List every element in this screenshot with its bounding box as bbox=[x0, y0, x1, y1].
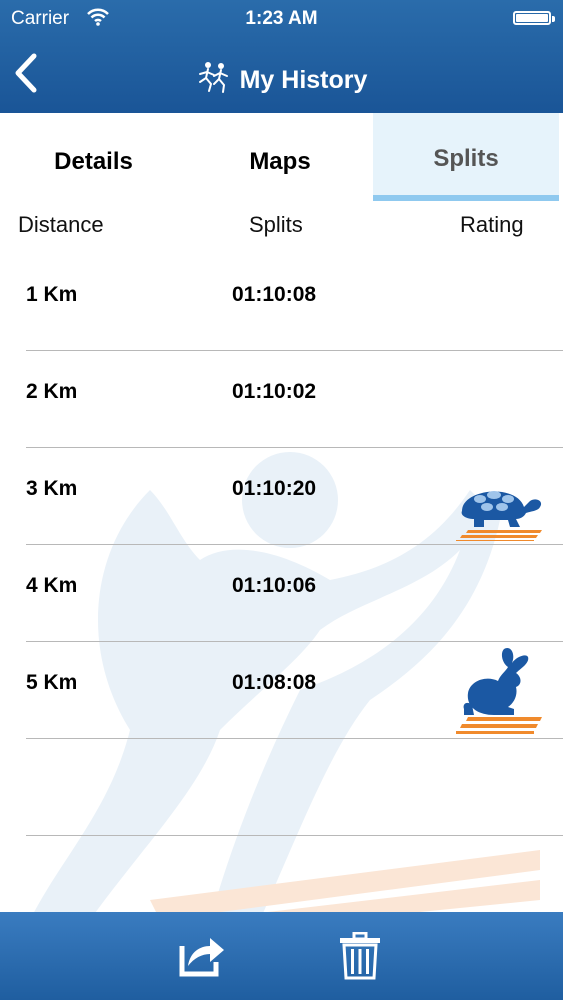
trash-icon bbox=[340, 931, 380, 980]
battery-icon bbox=[513, 11, 551, 25]
row-distance: 4 Km bbox=[26, 574, 78, 597]
battery-tip bbox=[552, 16, 555, 22]
table-row: 4 Km 01:10:06 bbox=[26, 544, 563, 642]
row-distance: 2 Km bbox=[26, 380, 78, 403]
share-icon bbox=[179, 938, 224, 977]
runners-logo-icon bbox=[196, 60, 232, 101]
turtle-icon bbox=[454, 475, 544, 541]
row-distance: 1 Km bbox=[26, 283, 78, 306]
column-header-splits: Splits bbox=[249, 212, 303, 237]
row-distance: 5 Km bbox=[26, 671, 78, 694]
row-split: 01:08:08 bbox=[232, 671, 317, 694]
rabbit-icon bbox=[454, 643, 544, 735]
tab-maps[interactable]: Maps bbox=[187, 113, 373, 201]
tab-splits[interactable]: Splits bbox=[373, 113, 559, 201]
segment-tabs: Details Maps Splits bbox=[0, 113, 563, 201]
delete-button[interactable] bbox=[336, 931, 384, 980]
table-row: 2 Km 01:10:02 bbox=[26, 350, 563, 448]
share-button[interactable] bbox=[178, 932, 226, 980]
header-bar: Carrier 1:23 AM My History bbox=[0, 0, 563, 113]
page-title-text: My History bbox=[239, 66, 368, 94]
bottom-toolbar bbox=[0, 912, 563, 1000]
table-row: 1 Km 01:10:08 bbox=[26, 253, 563, 351]
row-distance: 3 Km bbox=[26, 477, 78, 500]
row-split: 01:10:02 bbox=[232, 380, 317, 403]
table-row: 5 Km 01:08:08 bbox=[26, 641, 563, 739]
table-row bbox=[26, 738, 563, 836]
column-header-distance: Distance bbox=[18, 212, 104, 237]
page-title: My History bbox=[0, 60, 563, 101]
column-header-rating: Rating bbox=[460, 212, 524, 237]
status-time: 1:23 AM bbox=[245, 8, 318, 29]
tab-details[interactable]: Details bbox=[0, 113, 187, 201]
row-split: 01:10:20 bbox=[232, 477, 317, 500]
row-split: 01:10:06 bbox=[232, 574, 317, 597]
row-split: 01:10:08 bbox=[232, 283, 317, 306]
table-row: 3 Km 01:10:20 bbox=[26, 447, 563, 545]
status-bar: Carrier 1:23 AM bbox=[0, 0, 563, 36]
